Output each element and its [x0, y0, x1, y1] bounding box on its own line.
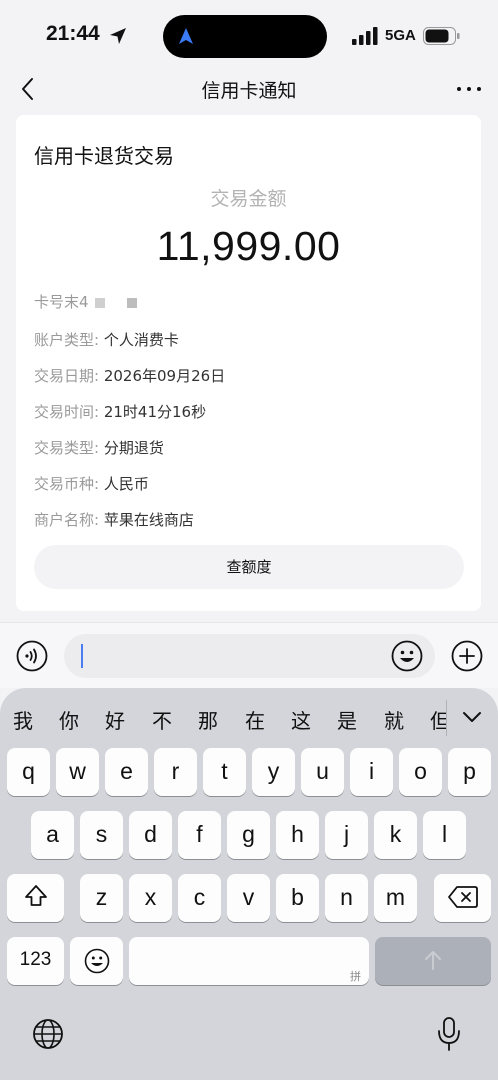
key-d[interactable]: d	[129, 811, 172, 859]
key-z[interactable]: z	[80, 874, 123, 922]
candidate-word[interactable]: 不	[152, 705, 172, 734]
candidate-word[interactable]: 在	[245, 705, 265, 734]
row-value: 21时41分16秒	[103, 403, 207, 421]
account-type-row: 账户类型: 个人消费卡	[34, 329, 179, 350]
currency-row: 交易币种: 人民币	[34, 473, 149, 494]
delete-key[interactable]	[434, 874, 491, 922]
chevron-down-icon[interactable]	[460, 707, 484, 727]
key-f[interactable]: f	[178, 811, 221, 859]
amount-label: 交易金额	[210, 188, 287, 210]
row-label: 交易币种:	[34, 475, 100, 493]
check-credit-limit-button[interactable]: 查额度	[34, 545, 464, 589]
status-bar: 21:44 5GA	[0, 0, 498, 70]
network-type: 5GA	[385, 27, 416, 44]
text-cursor	[81, 644, 83, 668]
up-arrow-icon	[425, 951, 441, 970]
location-arrow-icon	[110, 28, 126, 44]
emoji-icon	[84, 948, 109, 974]
redaction-mask	[94, 297, 105, 308]
key-y[interactable]: y	[252, 748, 295, 796]
emoji-key[interactable]	[70, 937, 123, 985]
key-r[interactable]: r	[154, 748, 197, 796]
key-e[interactable]: e	[105, 748, 148, 796]
voice-input-icon[interactable]	[16, 640, 48, 672]
clock: 21:44	[46, 22, 100, 45]
transaction-date-row: 交易日期: 2026年09月26日	[34, 365, 225, 386]
key-u[interactable]: u	[301, 748, 344, 796]
candidate-word[interactable]: 我	[13, 705, 33, 734]
key-b[interactable]: b	[276, 874, 319, 922]
globe-icon[interactable]	[32, 1018, 64, 1050]
candidate-bar: 我 你 好 不 那 在 这 是 就 但	[0, 688, 498, 746]
backspace-icon	[447, 886, 478, 908]
add-icon[interactable]	[451, 640, 483, 672]
key-g[interactable]: g	[227, 811, 270, 859]
row-value: 人民币	[103, 475, 149, 493]
page-title: 信用卡通知	[201, 80, 297, 102]
row-value: 2026年09月26日	[103, 367, 226, 385]
send-key[interactable]	[375, 937, 491, 985]
key-o[interactable]: o	[399, 748, 442, 796]
pinyin-hint: 拼	[350, 971, 361, 983]
row-label: 商户名称:	[34, 511, 100, 529]
card-number-label: 卡号末4	[34, 293, 89, 311]
key-w[interactable]: w	[56, 748, 99, 796]
keyboard: 我 你 好 不 那 在 这 是 就 但 q w e r t y u i o p …	[0, 688, 498, 1080]
navigation-arrow-icon	[179, 28, 193, 44]
row-label: 交易类型:	[34, 439, 100, 457]
key-m[interactable]: m	[374, 874, 417, 922]
key-k[interactable]: k	[374, 811, 417, 859]
key-c[interactable]: c	[178, 874, 221, 922]
message-input[interactable]	[64, 634, 435, 678]
key-h[interactable]: h	[276, 811, 319, 859]
amount-value: 11,999.00	[156, 223, 341, 269]
microphone-icon[interactable]	[436, 1016, 462, 1052]
shift-key[interactable]	[7, 874, 64, 922]
key-s[interactable]: s	[80, 811, 123, 859]
row-label: 交易时间:	[34, 403, 100, 421]
emoji-icon[interactable]	[391, 640, 423, 672]
transaction-type-row: 交易类型: 分期退货	[34, 437, 164, 458]
candidate-word[interactable]: 那	[198, 705, 218, 734]
notification-card: 信用卡退货交易 交易金额 11,999.00 卡号末4 账户类型: 个人消费卡 …	[16, 115, 481, 611]
key-j[interactable]: j	[325, 811, 368, 859]
key-q[interactable]: q	[7, 748, 50, 796]
card-number-row: 卡号末4	[34, 291, 137, 312]
candidate-divider	[446, 700, 447, 736]
candidate-word[interactable]: 你	[59, 705, 79, 734]
card-title: 信用卡退货交易	[34, 144, 174, 168]
key-x[interactable]: x	[129, 874, 172, 922]
row-value: 苹果在线商店	[103, 511, 194, 529]
key-t[interactable]: t	[203, 748, 246, 796]
nav-bar: 信用卡通知	[0, 70, 498, 110]
key-i[interactable]: i	[350, 748, 393, 796]
row-value: 个人消费卡	[103, 331, 179, 349]
key-n[interactable]: n	[325, 874, 368, 922]
numbers-key[interactable]: 123	[7, 937, 64, 985]
more-icon[interactable]	[455, 76, 483, 102]
signal-icon	[352, 27, 378, 45]
transaction-time-row: 交易时间: 21时41分16秒	[34, 401, 206, 422]
row-label: 交易日期:	[34, 367, 100, 385]
redaction-mask	[126, 297, 137, 308]
key-v[interactable]: v	[227, 874, 270, 922]
key-a[interactable]: a	[31, 811, 74, 859]
candidate-word[interactable]: 好	[105, 705, 125, 734]
battery-icon	[423, 27, 460, 45]
shift-icon	[24, 885, 47, 906]
candidate-word[interactable]: 是	[337, 705, 357, 734]
candidate-word[interactable]: 这	[291, 705, 311, 734]
space-bar[interactable]: 拼	[129, 937, 369, 985]
row-label: 账户类型:	[34, 331, 100, 349]
candidate-word[interactable]: 就	[384, 705, 404, 734]
candidate-word[interactable]: 但	[430, 705, 446, 734]
merchant-row: 商户名称: 苹果在线商店	[34, 509, 194, 530]
key-p[interactable]: p	[448, 748, 491, 796]
message-input-bar	[0, 622, 498, 688]
row-value: 分期退货	[103, 439, 164, 457]
key-l[interactable]: l	[423, 811, 466, 859]
